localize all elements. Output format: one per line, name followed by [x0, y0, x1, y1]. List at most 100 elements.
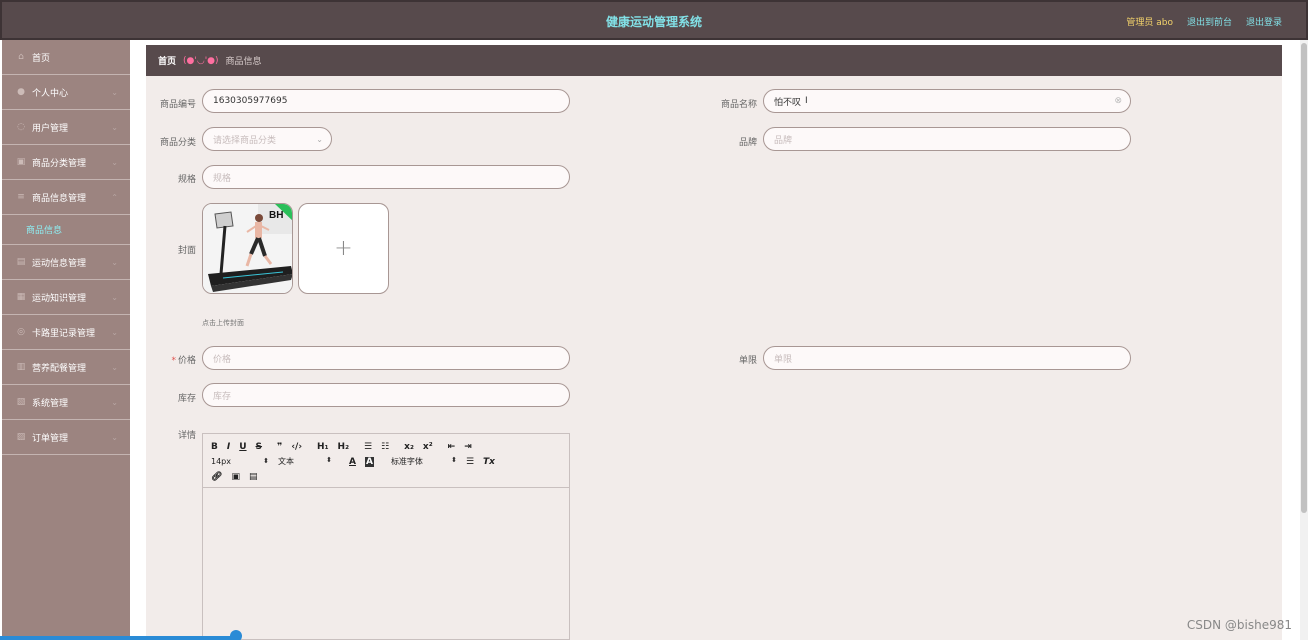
chevron-down-icon: ⌄ [316, 134, 323, 144]
stock-label: 库存 [177, 394, 196, 404]
system-icon: ▧ [16, 397, 26, 407]
name-input[interactable]: 怕不叹 I ⊗ [763, 89, 1131, 113]
plus-icon: + [334, 236, 353, 261]
meal-icon: ▥ [16, 362, 26, 372]
chevron-down-icon: ⌄ [111, 257, 118, 267]
price-input[interactable]: 价格 [202, 346, 570, 370]
clear-icon[interactable]: ⊗ [1114, 96, 1122, 106]
clear-format-icon[interactable]: Tx [483, 457, 495, 467]
subscript-icon[interactable]: x₂ [404, 442, 414, 452]
limit-input[interactable]: 单限 [763, 346, 1131, 370]
goods-icon: ≡ [17, 192, 25, 202]
text-type-value: 文本 [278, 457, 294, 466]
knowledge-icon: ▦ [16, 292, 26, 302]
bullet-list-icon[interactable]: ☷ [381, 442, 389, 452]
svg-text:BH: BH [269, 210, 283, 221]
calorie-icon: ◎ [17, 327, 25, 337]
chevron-up-icon: ⌃ [111, 192, 118, 202]
sidebar-item-label: 个人中心 [32, 88, 69, 99]
font-family-value: 标准字体 [390, 457, 423, 466]
spec-input[interactable]: 规格 [202, 165, 570, 189]
chevron-down-icon: ⌄ [111, 122, 118, 132]
background-color-icon[interactable]: A [364, 456, 374, 467]
align-icon[interactable]: ☰ [466, 457, 474, 467]
brand-input[interactable]: 品牌 [763, 127, 1131, 151]
stock-input[interactable]: 库存 [202, 383, 570, 407]
header2-icon[interactable]: H₂ [338, 442, 349, 452]
logout-link[interactable]: 退出登录 [1246, 15, 1282, 28]
picker-arrow-icon: ⬍ [263, 457, 269, 465]
breadcrumb-current: 商品信息 [225, 57, 262, 67]
scrollbar-thumb[interactable] [1301, 43, 1307, 513]
sidebar-item-label: 系统管理 [32, 398, 69, 409]
sidebar-item-order[interactable]: ▨ 订单管理 ⌄ [2, 420, 130, 455]
breadcrumb-home[interactable]: 首页 [158, 54, 176, 67]
top-header: 健康运动管理系统 管理员 abo 退出到前台 退出登录 [0, 0, 1308, 40]
code-input[interactable]: 1630305977695 [202, 89, 570, 113]
chevron-down-icon: ⌄ [111, 362, 118, 372]
category-select-placeholder: 请选择商品分类 [213, 135, 277, 146]
indent-increase-icon[interactable]: ⇥ [464, 442, 472, 452]
sidebar-item-label: 卡路里记录管理 [32, 328, 96, 339]
image-icon[interactable]: ▣ [231, 472, 240, 482]
name-input-value: 怕不叹 [774, 97, 802, 108]
sidebar-item-category[interactable]: ▣ 商品分类管理 ⌄ [2, 145, 130, 180]
admin-name: 管理员 abo [1126, 18, 1173, 28]
sidebar-item-calorie[interactable]: ◎ 卡路里记录管理 ⌄ [2, 315, 130, 350]
sidebar-subitem-goods-info[interactable]: 商品信息 [2, 215, 130, 245]
sidebar-item-profile[interactable]: ● 个人中心 ⌄ [2, 75, 130, 110]
category-select[interactable]: 请选择商品分类 ⌄ [202, 127, 332, 151]
limit-label: 单限 [738, 356, 757, 366]
chevron-down-icon: ⌄ [111, 292, 118, 302]
sidebar-item-label: 运动知识管理 [32, 293, 87, 304]
home-icon: ⌂ [18, 52, 24, 62]
video-progress-bar[interactable] [0, 636, 236, 640]
sidebar-item-label: 商品信息管理 [32, 193, 87, 204]
font-family-picker[interactable]: 标准字体 ⬍ [391, 456, 457, 467]
sidebar-item-home[interactable]: ⌂ 首页 [2, 40, 130, 75]
ordered-list-icon[interactable]: ☰ [364, 442, 372, 452]
video-icon[interactable]: ▤ [249, 472, 258, 482]
code-block-icon[interactable]: ‹/› [291, 442, 302, 452]
superscript-icon[interactable]: x² [423, 442, 433, 452]
picker-arrow-icon: ⬍ [451, 456, 457, 464]
brand-label: 品牌 [738, 138, 757, 148]
treadmill-image: BH [203, 204, 292, 293]
sport-icon: ▤ [16, 257, 26, 267]
chevron-down-icon: ⌄ [111, 397, 118, 407]
sidebar-item-meal[interactable]: ▥ 营养配餐管理 ⌄ [2, 350, 130, 385]
editor-toolbar: B I U S ❞ ‹/› H₁ H₂ ☰ ☷ x₂ x² ⇤ ⇥ 14px ⬍… [203, 434, 569, 488]
bold-icon[interactable]: B [211, 442, 218, 452]
sidebar-item-label: 运动信息管理 [32, 258, 87, 269]
breadcrumb-separator: (●'◡'●) [183, 55, 219, 66]
cover-label: 封面 [177, 246, 196, 256]
category-label: 商品分类 [159, 138, 196, 148]
sidebar-item-system[interactable]: ▧ 系统管理 ⌄ [2, 385, 130, 420]
sidebar-item-knowledge[interactable]: ▦ 运动知识管理 ⌄ [2, 280, 130, 315]
exit-to-front-link[interactable]: 退出到前台 [1187, 15, 1232, 28]
users-icon: ◌ [17, 122, 25, 132]
indent-decrease-icon[interactable]: ⇤ [448, 442, 456, 452]
sidebar-item-sport[interactable]: ▤ 运动信息管理 ⌄ [2, 245, 130, 280]
chevron-down-icon: ⌄ [111, 432, 118, 442]
font-color-icon[interactable]: A [349, 457, 356, 467]
italic-icon[interactable]: I [227, 442, 230, 452]
link-icon[interactable]: 🔗︎ [211, 472, 222, 482]
sidebar-item-goods[interactable]: ≡ 商品信息管理 ⌃ [2, 180, 130, 215]
video-progress-handle[interactable] [230, 630, 242, 640]
strike-icon[interactable]: S [256, 442, 262, 452]
chevron-down-icon: ⌄ [111, 327, 118, 337]
spec-label: 规格 [177, 175, 196, 185]
cover-upload-button[interactable]: + [298, 203, 389, 294]
text-type-picker[interactable]: 文本 ⬍ [278, 456, 332, 467]
font-size-picker[interactable]: 14px ⬍ [211, 457, 269, 466]
cover-image[interactable]: BH [202, 203, 293, 294]
detail-label: 详情 [177, 431, 196, 441]
cover-upload-hint: 点击上传封面 [202, 319, 244, 327]
header1-icon[interactable]: H₁ [317, 442, 328, 452]
blockquote-icon[interactable]: ❞ [277, 442, 282, 452]
underline-icon[interactable]: U [239, 442, 246, 452]
chevron-down-icon: ⌄ [111, 157, 118, 167]
sidebar-item-users[interactable]: ◌ 用户管理 ⌄ [2, 110, 130, 145]
editor-content[interactable] [203, 488, 569, 640]
